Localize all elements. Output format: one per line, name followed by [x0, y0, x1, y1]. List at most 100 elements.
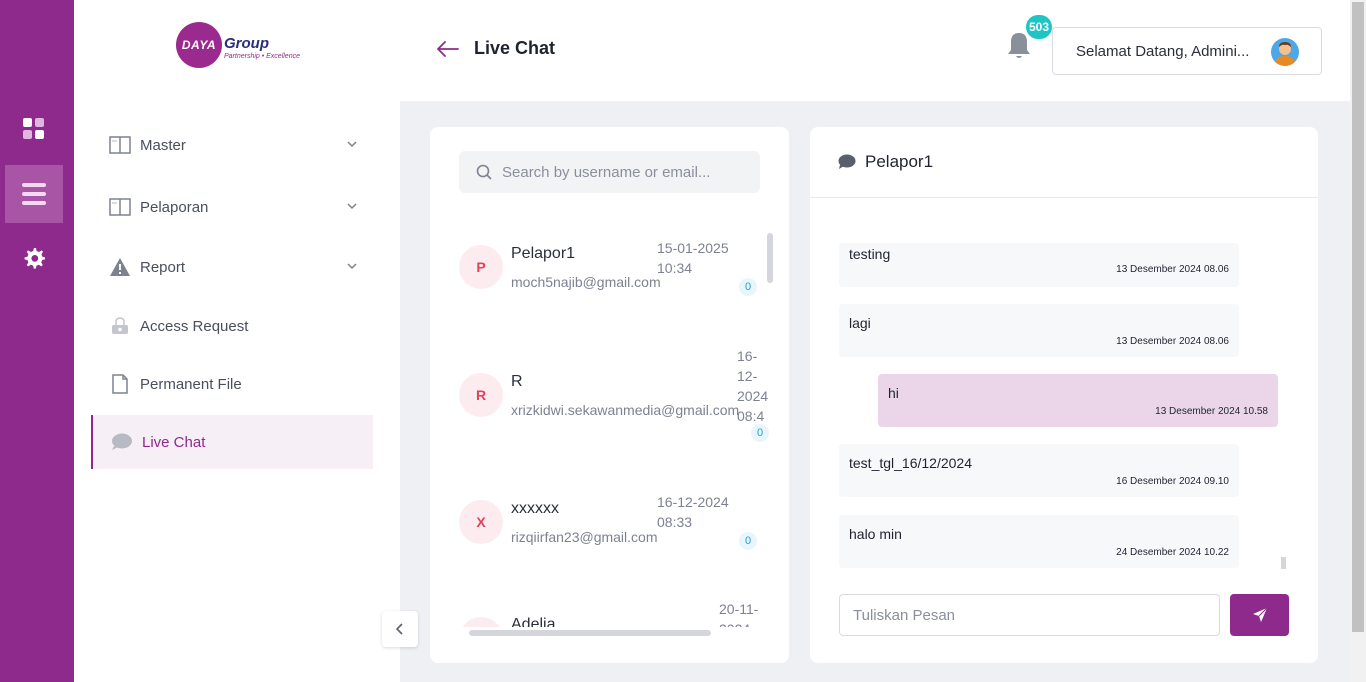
- message-time: 13 Desember 2024 08.06: [1116, 264, 1229, 275]
- chevron-down-icon: [347, 263, 357, 270]
- contact-date-line: 08:4: [737, 408, 765, 424]
- contact-time: 08:33: [657, 514, 693, 530]
- chat-contact-name: Pelapor1: [865, 152, 934, 171]
- search-icon: [476, 164, 492, 180]
- logo-tagline: Partnership • Excellence: [224, 53, 300, 60]
- contact-list-horizontal-scrollbar[interactable]: [469, 630, 711, 636]
- message-text: hi: [888, 385, 899, 401]
- contact-time: 2024: [719, 619, 758, 627]
- chat-message-incoming: halo min 24 Desember 2024 10.22: [839, 515, 1239, 568]
- user-menu[interactable]: Selamat Datang, Admini...: [1052, 27, 1322, 75]
- message-time: 13 Desember 2024 10.58: [1155, 406, 1268, 417]
- contact-avatar: [459, 617, 503, 627]
- logo-text: DAYA: [181, 38, 217, 52]
- dashboard-icon: [23, 118, 44, 139]
- search-box: [459, 151, 760, 193]
- contact-name: xxxxxx: [511, 500, 559, 517]
- chat-message-incoming: test_tgl_16/12/2024 16 Desember 2024 09.…: [839, 444, 1239, 497]
- contact-time: 10:34: [657, 260, 693, 276]
- contact-date-line: 16-: [737, 348, 758, 364]
- contact-item[interactable]: P Pelapor1 moch5najib@gmail.com 15-01-20…: [459, 227, 769, 327]
- collapse-sidebar-button[interactable]: [382, 611, 418, 647]
- sidebar-item-label: Live Chat: [142, 433, 206, 451]
- chat-panel: Pelapor1 testing 13 Desember 2024 08.06 …: [810, 127, 1318, 663]
- contact-date-line: 2024: [737, 388, 769, 404]
- company-logo: DAYA Group Partnership • Excellence: [176, 22, 310, 70]
- send-button[interactable]: [1230, 594, 1289, 636]
- contact-list-panel: P Pelapor1 moch5najib@gmail.com 15-01-20…: [430, 127, 789, 663]
- message-text: lagi: [849, 315, 871, 331]
- chevron-left-icon: [395, 623, 403, 635]
- contact-name: Pelapor1: [511, 245, 576, 262]
- unread-count-badge: 0: [739, 532, 757, 550]
- contact-avatar: P: [459, 245, 503, 289]
- contact-name: R: [511, 373, 523, 390]
- welcome-text: Selamat Datang, Admini...: [1076, 43, 1250, 60]
- icon-rail: [0, 0, 74, 682]
- contact-avatar: X: [459, 500, 503, 544]
- contact-timestamp: 20-11- 2024: [719, 599, 758, 627]
- settings-gear-icon: [24, 248, 45, 269]
- chevron-down-icon: [347, 141, 357, 148]
- contact-list-scrollbar[interactable]: [767, 233, 773, 283]
- contact-email: moch5najib@gmail.com: [511, 274, 661, 290]
- contact-date: 20-11-: [719, 601, 759, 617]
- lock-icon: [109, 316, 131, 336]
- contact-item[interactable]: Adelia 20-11- 2024: [459, 597, 769, 627]
- message-time: 13 Desember 2024 08.06: [1116, 336, 1229, 347]
- contact-avatar: R: [459, 373, 503, 417]
- chat-bubble-icon: [111, 432, 133, 452]
- contact-item[interactable]: X xxxxxx rizqiirfan23@gmail.com 16-12-20…: [459, 480, 769, 580]
- message-input[interactable]: [839, 594, 1220, 636]
- page-scrollbar-thumb[interactable]: [1352, 2, 1364, 632]
- contact-date-line: 12-: [737, 368, 758, 384]
- book-icon: [109, 197, 131, 217]
- contact-email: xrizkidwi.sekawanmedia@gmail.com: [511, 402, 740, 418]
- sidebar-item-permanent-file[interactable]: Permanent File: [91, 357, 373, 411]
- warning-icon: [109, 257, 131, 277]
- search-input[interactable]: [502, 151, 752, 193]
- unread-count-badge: 0: [751, 424, 769, 442]
- contact-date: 16-12-2024: [657, 494, 729, 510]
- chat-message-incoming: lagi 13 Desember 2024 08.06: [839, 304, 1239, 357]
- contact-name: Adelia: [511, 616, 556, 627]
- contact-date: 15-01-2025: [657, 240, 729, 256]
- contact-item[interactable]: R R xrizkidwi.sekawanmedia@gmail.com 16-…: [459, 347, 769, 447]
- message-time: 24 Desember 2024 10.22: [1116, 547, 1229, 558]
- sidebar-item-access-request[interactable]: Access Request: [91, 299, 373, 353]
- menu-icon: [22, 183, 46, 205]
- sidebar-item-report[interactable]: Report: [91, 240, 373, 294]
- send-icon: [1252, 607, 1267, 622]
- contact-timestamp: 16- 12- 2024 08:4: [737, 346, 777, 426]
- menu-rail-button[interactable]: [5, 165, 63, 223]
- page-title: Live Chat: [474, 38, 556, 58]
- chat-scrollbar[interactable]: [1281, 557, 1286, 569]
- chat-message-outgoing: hi 13 Desember 2024 10.58: [878, 374, 1278, 427]
- sidebar-item-label: Permanent File: [140, 375, 242, 393]
- back-arrow-icon[interactable]: [436, 38, 460, 60]
- book-icon: [109, 135, 131, 155]
- sidebar-item-label: Master: [140, 136, 186, 154]
- logo-mark: DAYA: [176, 22, 222, 68]
- sidebar-item-master[interactable]: Master: [91, 118, 373, 172]
- chat-message-incoming: testing 13 Desember 2024 08.06: [839, 243, 1239, 287]
- settings-rail-button[interactable]: [5, 229, 63, 287]
- avatar: [1271, 38, 1299, 66]
- logo-group-text: Group: [224, 35, 269, 52]
- contact-timestamp: 16-12-2024 08:33: [657, 492, 729, 532]
- chevron-down-icon: [347, 203, 357, 210]
- sidebar-item-label: Access Request: [140, 317, 249, 335]
- contact-email: rizqiirfan23@gmail.com: [511, 529, 658, 545]
- dashboard-rail-button[interactable]: [5, 100, 63, 158]
- unread-count-badge: 0: [739, 278, 757, 296]
- message-time: 16 Desember 2024 09.10: [1116, 476, 1229, 487]
- sidebar-item-pelaporan[interactable]: Pelaporan: [91, 180, 373, 234]
- sidebar-item-label: Pelaporan: [140, 198, 209, 216]
- sidebar-item-live-chat[interactable]: Live Chat: [91, 415, 373, 469]
- message-text: halo min: [849, 526, 902, 542]
- contact-timestamp: 15-01-2025 10:34: [657, 238, 729, 278]
- chat-bubble-icon: [838, 154, 856, 169]
- file-icon: [109, 374, 131, 394]
- chat-header: Pelapor1: [810, 127, 1318, 198]
- message-text: test_tgl_16/12/2024: [849, 455, 972, 471]
